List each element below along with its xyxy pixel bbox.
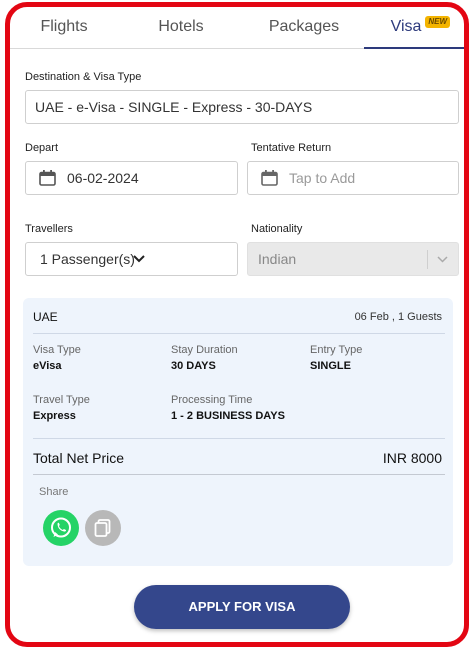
depart-label: Depart <box>25 142 59 154</box>
tab-visa[interactable]: Visa NEW <box>364 7 464 49</box>
chevron-down-icon <box>133 255 145 263</box>
total-price-value: INR 8000 <box>382 450 442 466</box>
tab-bar: Flights Hotels Packages Visa NEW <box>10 7 464 49</box>
processing-time-label: Processing Time <box>171 394 253 406</box>
destination-value: UAE - e-Visa - SINGLE - Express - 30-DAY… <box>35 99 313 115</box>
tab-packages-label: Packages <box>268 18 340 35</box>
stay-duration-label: Stay Duration <box>171 344 238 356</box>
return-date-field[interactable]: Tap to Add <box>247 161 459 195</box>
new-badge: NEW <box>425 16 450 28</box>
total-price-label: Total Net Price <box>33 450 125 466</box>
travellers-value: 1 Passenger(s) <box>40 251 135 267</box>
share-label: Share <box>39 486 69 498</box>
divider <box>33 438 445 439</box>
travellers-label: Travellers <box>25 223 73 235</box>
return-date-placeholder: Tap to Add <box>289 170 356 186</box>
summary-trip-info: 06 Feb , 1 Guests <box>354 311 442 323</box>
stay-duration-value: 30 DAYS <box>171 360 216 372</box>
destination-label: Destination & Visa Type <box>25 71 142 83</box>
entry-type-value: SINGLE <box>310 360 351 372</box>
nationality-label: Nationality <box>251 223 303 235</box>
app-frame: Flights Hotels Packages Visa NEW Destina… <box>5 2 469 647</box>
depart-date-value: 06-02-2024 <box>67 170 139 186</box>
tab-hotels-label: Hotels <box>158 18 204 35</box>
apply-for-visa-label: APPLY FOR VISA <box>188 599 296 614</box>
visa-summary-card: UAE 06 Feb , 1 Guests Visa Type eVisa St… <box>23 298 453 566</box>
travel-type-value: Express <box>33 410 76 422</box>
divider <box>33 474 445 475</box>
entry-type-label: Entry Type <box>310 344 363 356</box>
calendar-icon <box>261 170 278 186</box>
chevron-down-icon <box>437 256 448 263</box>
return-label: Tentative Return <box>251 142 332 154</box>
copy-icon <box>94 519 111 537</box>
copy-share-button[interactable] <box>85 510 121 546</box>
tab-packages[interactable]: Packages <box>244 7 364 49</box>
tab-visa-label: Visa <box>390 18 422 35</box>
whatsapp-share-button[interactable] <box>43 510 79 546</box>
nationality-select[interactable]: Indian <box>247 242 459 276</box>
tab-flights[interactable]: Flights <box>10 7 118 49</box>
processing-time-value: 1 - 2 BUSINESS DAYS <box>171 410 285 422</box>
visa-type-label: Visa Type <box>33 344 81 356</box>
tab-flights-label: Flights <box>40 18 88 35</box>
whatsapp-icon <box>51 517 71 538</box>
summary-country: UAE <box>33 310 58 324</box>
select-divider <box>427 250 428 269</box>
travel-type-label: Travel Type <box>33 394 90 406</box>
tab-hotels[interactable]: Hotels <box>118 7 244 49</box>
depart-date-field[interactable]: 06-02-2024 <box>25 161 238 195</box>
visa-type-value: eVisa <box>33 360 62 372</box>
apply-for-visa-button[interactable]: APPLY FOR VISA <box>134 585 350 629</box>
nationality-value: Indian <box>258 251 297 267</box>
calendar-icon <box>39 170 56 186</box>
destination-field[interactable]: UAE - e-Visa - SINGLE - Express - 30-DAY… <box>25 90 459 124</box>
divider <box>33 333 445 334</box>
travellers-dropdown[interactable]: 1 Passenger(s) <box>25 242 238 276</box>
